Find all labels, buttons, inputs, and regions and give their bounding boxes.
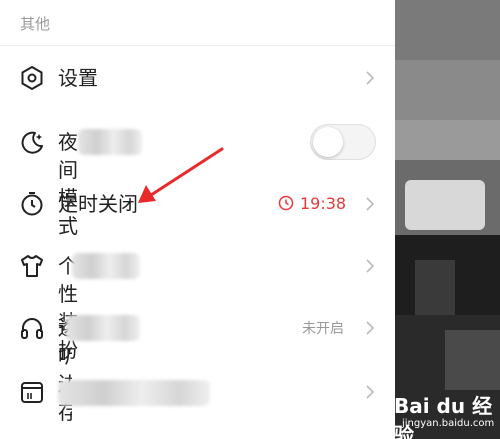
side-menu-panel: 其他 设置 夜间模式 定时关闭 19:38 个性 扮 边听 存 未开启	[0, 0, 395, 439]
blurred-label	[66, 315, 140, 341]
timer-time: 19:38	[300, 194, 347, 213]
blurred-label	[72, 253, 140, 279]
watermark-url: jingyan.baidu.com	[402, 418, 495, 429]
chevron-right-icon	[362, 68, 378, 88]
chevron-right-icon	[362, 194, 378, 214]
tshirt-icon	[18, 252, 46, 280]
menu-item-label: 设置	[58, 66, 98, 90]
menu-item-label: 定时关闭	[58, 192, 138, 216]
status-text: 未开启	[302, 321, 344, 337]
menu-item-listen[interactable]: 边听边存 未开启	[0, 298, 395, 424]
menu-item-theme[interactable]: 个性装扮	[0, 236, 395, 362]
alarm-clock-icon	[278, 195, 294, 211]
chevron-right-icon	[362, 256, 378, 276]
annotation-arrow-icon	[138, 147, 224, 203]
divider	[0, 45, 395, 46]
toggle-knob	[313, 127, 343, 157]
watermark-logo: Bai du 经验	[394, 394, 493, 439]
moon-icon	[18, 128, 46, 156]
blurred-label	[58, 380, 210, 406]
menu-item-settings[interactable]: 设置	[0, 48, 395, 108]
watermark: Bai du 经验 jingyan.baidu.com	[372, 384, 500, 439]
timer-icon	[18, 190, 46, 218]
chevron-right-icon	[362, 318, 378, 338]
section-title: 其他	[20, 15, 51, 33]
night-mode-toggle[interactable]	[310, 124, 376, 160]
menu-item-calendar[interactable]	[0, 362, 395, 422]
calendar-icon	[18, 378, 46, 406]
headphones-icon	[18, 314, 46, 342]
background-content	[395, 0, 500, 439]
timer-value: 19:38	[278, 193, 346, 215]
hexagon-settings-icon	[18, 64, 46, 92]
